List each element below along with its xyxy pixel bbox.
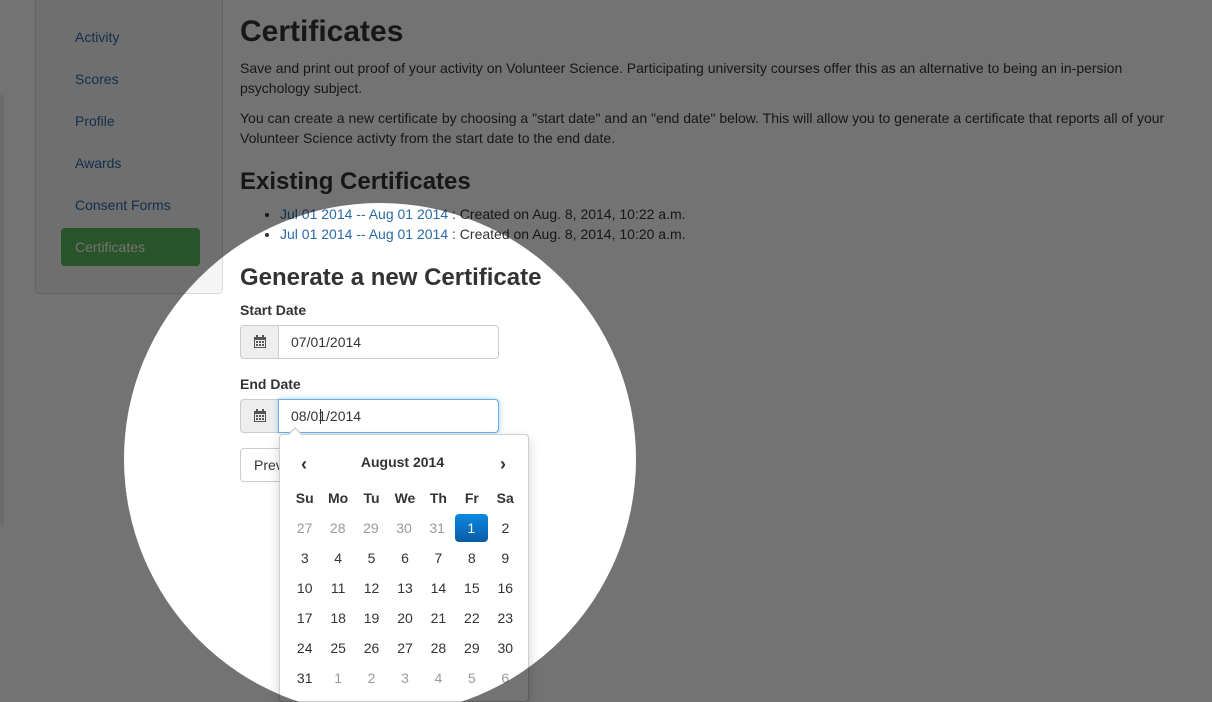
end-date-input[interactable] [278,399,499,433]
left-edge-panel [0,95,4,525]
calendar-day[interactable]: 8 [455,543,488,573]
calendar-day[interactable]: 7 [422,543,455,573]
weekday-label: Tu [363,490,380,506]
calendar-day[interactable]: 29 [455,633,488,663]
weekday-label: Sa [496,490,514,506]
calendar-day[interactable]: 3 [288,543,321,573]
list-item: Jul 01 2014 -- Aug 01 2014 : Created on … [280,204,686,224]
certificate-list: Jul 01 2014 -- Aug 01 2014 : Created on … [240,204,686,244]
end-date-label: End Date [240,376,301,392]
calendar-day[interactable]: 5 [355,543,388,573]
weekday-label: Mo [328,490,349,506]
calendar-day[interactable]: 21 [422,603,455,633]
start-date-group [240,325,499,359]
calendar-day[interactable]: 31 [288,663,321,693]
calendar-day[interactable]: 17 [288,603,321,633]
calendar-day[interactable]: 25 [321,633,354,663]
calendar-day[interactable]: 4 [422,663,455,693]
calendar-day[interactable]: 28 [422,633,455,663]
calendar-week: 10 11 12 13 14 15 16 [288,573,522,603]
certificate-created: : Created on Aug. 8, 2014, 10:20 a.m. [448,226,686,242]
calendar-day[interactable]: 3 [388,663,421,693]
weekday-label: We [394,490,416,506]
calendar-day[interactable]: 22 [455,603,488,633]
weekday-label: Th [429,490,447,506]
list-item: Jul 01 2014 -- Aug 01 2014 : Created on … [280,224,686,244]
start-date-label: Start Date [240,302,307,318]
next-month-icon[interactable]: › [493,452,513,476]
generate-certificate-heading: Generate a new Certificate [240,264,542,291]
calendar-weeks: 27 28 29 30 31 1 2 3 4 5 6 7 8 9 10 11 12 13 14 15 16 17 18 19 2… [288,513,522,693]
sidebar-item-activity[interactable]: Activity [61,18,200,56]
calendar-day[interactable]: 26 [355,633,388,663]
weekday-label: Fr [464,490,479,506]
calendar-day[interactable]: 9 [489,543,522,573]
calendar-day[interactable]: 24 [288,633,321,663]
weekday-label: Su [295,490,314,506]
calendar-day[interactable]: 14 [422,573,455,603]
calendar-week: 27 28 29 30 31 1 2 [288,513,522,543]
calendar-day[interactable]: 16 [489,573,522,603]
calendar-day[interactable]: 10 [288,573,321,603]
calendar-day[interactable]: 1 [321,663,354,693]
certificate-link[interactable]: Jul 01 2014 -- Aug 01 2014 [280,226,448,242]
sidebar: Activity Scores Profile Awards Consent F… [35,0,223,294]
page-title: Certificates [240,15,404,48]
certificate-created: : Created on Aug. 8, 2014, 10:22 a.m. [448,206,686,222]
month-title[interactable]: August 2014 [320,454,485,470]
calendar-day[interactable]: 23 [489,603,522,633]
sidebar-item-scores[interactable]: Scores [61,60,200,98]
end-date-group [240,399,499,433]
calendar-day[interactable]: 30 [489,633,522,663]
selected-day[interactable]: 1 [454,514,488,542]
calendar-week: 24 25 26 27 28 29 30 [288,633,522,663]
sidebar-item-awards[interactable]: Awards [61,144,200,182]
calendar-day[interactable]: 13 [388,573,421,603]
intro-paragraph: Save and print out proof of your activit… [240,60,1123,96]
page: Activity Scores Profile Awards Consent F… [0,0,1212,702]
sidebar-item-certificates[interactable]: Certificates [61,228,200,266]
calendar-day[interactable]: 28 [321,513,354,543]
certificate-link[interactable]: Jul 01 2014 -- Aug 01 2014 [280,206,448,222]
calendar-week: 31 1 2 3 4 5 6 [288,663,522,693]
calendar-day[interactable]: 15 [455,573,488,603]
calendar-day[interactable]: 30 [387,513,420,543]
sidebar-item-profile[interactable]: Profile [61,102,200,140]
calendar-day[interactable]: 27 [388,633,421,663]
calendar-day[interactable]: 31 [421,513,454,543]
calendar-icon[interactable] [240,399,279,433]
weekday-header: Su Mo Tu We Th Fr Sa [288,483,522,513]
calendar-day[interactable]: 5 [455,663,488,693]
calendar-day[interactable]: 29 [354,513,387,543]
calendar-day[interactable]: 11 [321,573,354,603]
calendar-week: 3456789 [288,543,522,573]
calendar-day[interactable]: 6 [388,543,421,573]
datepicker: ‹ August 2014 › Su Mo Tu We Th Fr Sa 27 2… [279,427,529,702]
calendar-day[interactable]: 19 [355,603,388,633]
instructions-paragraph: You can create a new certificate by choo… [240,110,1165,146]
calendar-day[interactable]: 2 [355,663,388,693]
existing-certificates-heading: Existing Certificates [240,168,471,195]
text-cursor [320,409,321,424]
start-date-input[interactable] [278,325,499,359]
calendar-grid: Su Mo Tu We Th Fr Sa 27 28 29 30 31 1 2 3 4 5 6 7 8 9… [288,483,522,693]
calendar-day[interactable]: 12 [355,573,388,603]
calendar-day[interactable]: 18 [321,603,354,633]
calendar-day[interactable]: 4 [321,543,354,573]
calendar-day[interactable]: 6 [489,663,522,693]
prev-month-icon[interactable]: ‹ [294,452,314,476]
calendar-icon[interactable] [240,325,279,359]
calendar-day[interactable]: 27 [288,513,321,543]
calendar-week: 17 18 19 20 21 22 23 [288,603,522,633]
sidebar-item-consent-forms[interactable]: Consent Forms [61,186,200,224]
calendar-day[interactable]: 2 [489,513,522,543]
calendar-day[interactable]: 20 [388,603,421,633]
